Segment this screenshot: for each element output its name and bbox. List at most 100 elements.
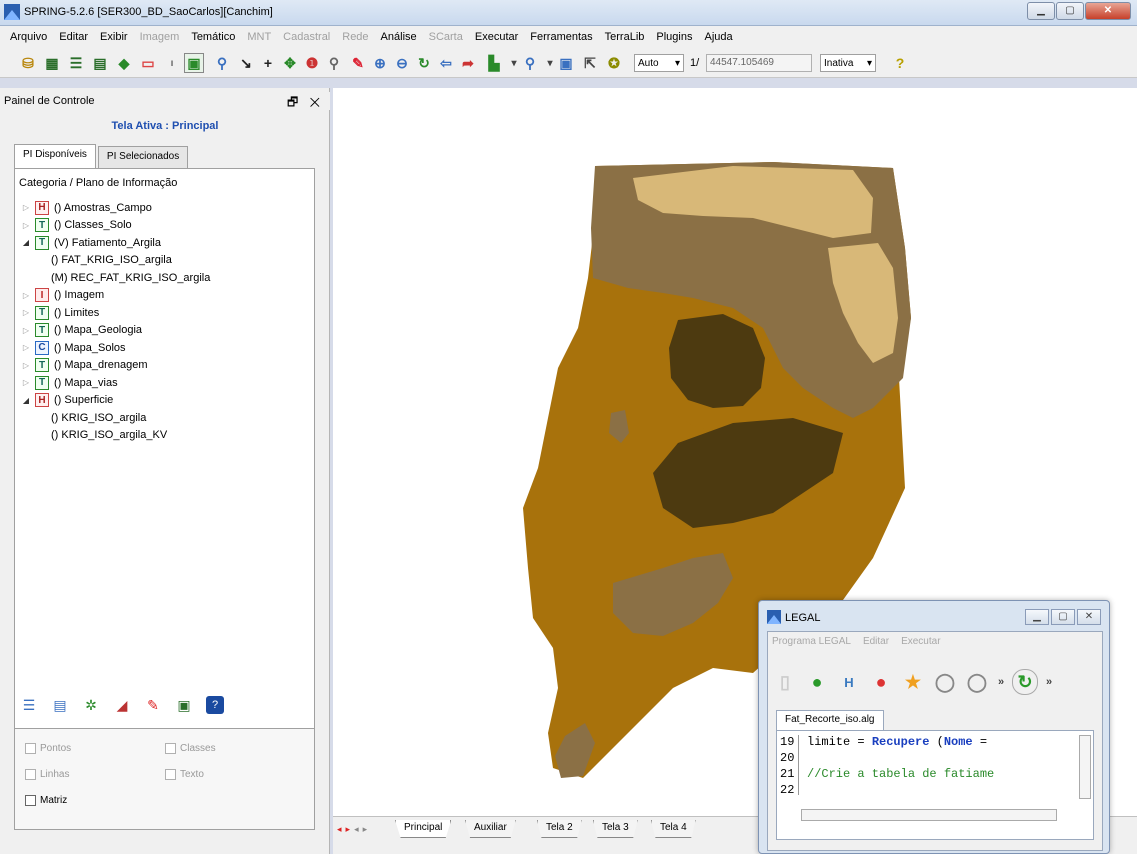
back-icon[interactable]: ⇦ xyxy=(436,53,456,73)
tree-item[interactable]: ◢ T (V) Fatiamento_Argila xyxy=(21,234,161,251)
tab-pi-selecionados[interactable]: PI Selecionados xyxy=(97,146,189,168)
code-editor[interactable]: 19 limite = Recupere (Nome = 20 21 //Cri… xyxy=(776,730,1094,840)
menu-item[interactable]: Temático xyxy=(185,31,241,43)
checkbox-box[interactable] xyxy=(165,769,176,780)
checkbox-box[interactable] xyxy=(25,769,36,780)
light-icon[interactable]: ✪ xyxy=(604,53,624,73)
screen-tab[interactable]: Tela 2 xyxy=(537,820,582,838)
checkbox-box[interactable] xyxy=(25,795,36,806)
checkbox-matriz[interactable]: Matriz xyxy=(25,795,67,806)
screen-tab[interactable]: Tela 4 xyxy=(651,820,696,838)
legal-menu-executar[interactable]: Executar xyxy=(901,636,940,647)
auto-select[interactable]: Auto ▾ xyxy=(634,54,684,72)
screen-tab[interactable]: Tela 3 xyxy=(593,820,638,838)
expand-icon[interactable]: ▷ xyxy=(21,361,31,370)
legal-menu-programa[interactable]: Programa LEGAL xyxy=(772,636,851,647)
tree-item[interactable]: () KRIG_ISO_argila xyxy=(51,409,146,426)
expand-icon[interactable]: ▷ xyxy=(21,378,31,387)
more-icon[interactable]: » xyxy=(996,669,1006,695)
scale-input[interactable]: 44547.105469 xyxy=(706,54,812,72)
undo-icon[interactable]: ◯ xyxy=(932,669,958,695)
legal-menu-editar[interactable]: Editar xyxy=(863,636,889,647)
legal-close-button[interactable]: ✕ xyxy=(1077,609,1101,625)
screen-tab[interactable]: Principal xyxy=(395,820,452,838)
minimize-button[interactable]: ▁ xyxy=(1027,2,1055,20)
legal-maximize-button[interactable]: ▢ xyxy=(1051,609,1075,625)
legal-minimize-button[interactable]: ▁ xyxy=(1025,609,1049,625)
frame-icon[interactable]: ▣ xyxy=(556,53,576,73)
panel-header-buttons[interactable]: 🗗 ✕ xyxy=(287,93,324,114)
draw-icon[interactable]: ◆ xyxy=(114,53,134,73)
menu-item[interactable]: Plugins xyxy=(650,31,698,43)
menu-item[interactable]: Arquivo xyxy=(4,31,53,43)
maximize-button[interactable]: ▢ xyxy=(1056,2,1084,20)
project-icon[interactable]: ▦ xyxy=(42,53,62,73)
run-icon[interactable]: ↻ xyxy=(1012,669,1038,695)
new-file-icon[interactable]: ▯ xyxy=(772,669,798,695)
zoom-area-icon[interactable]: ↘ xyxy=(236,53,256,73)
style-icon[interactable]: ✲ xyxy=(82,696,100,714)
tree-item[interactable]: () KRIG_ISO_argila_KV xyxy=(51,427,167,444)
tree-item[interactable]: ▷ T () Mapa_Geologia xyxy=(21,322,142,339)
menu-item[interactable]: Ferramentas xyxy=(524,31,598,43)
query-icon[interactable]: ⚲ xyxy=(324,53,344,73)
pencil-icon[interactable]: ✎ xyxy=(144,696,162,714)
tree-item[interactable]: () FAT_KRIG_ISO_argila xyxy=(51,252,172,269)
map-display-icon[interactable]: ▣ xyxy=(184,53,204,73)
menu-item[interactable]: TerraLib xyxy=(599,31,651,43)
expand-icon[interactable]: ▷ xyxy=(21,326,31,335)
tree-item[interactable]: ▷ H () Amostras_Campo xyxy=(21,199,152,216)
list-icon[interactable]: ☰ xyxy=(20,696,38,714)
menu-item[interactable]: Executar xyxy=(469,31,524,43)
collapse-icon[interactable]: ◢ xyxy=(21,238,31,247)
layers-icon[interactable]: ☰ xyxy=(66,53,86,73)
checkbox-texto[interactable]: Texto xyxy=(165,769,204,780)
menu-item[interactable]: Exibir xyxy=(94,31,134,43)
zoom-tool-icon[interactable]: ⚲ xyxy=(520,53,540,73)
cursor-icon[interactable]: ➦ xyxy=(458,53,478,73)
checkbox-classes[interactable]: Classes xyxy=(165,743,216,754)
tree-item[interactable]: ▷ C () Mapa_Solos xyxy=(21,339,126,356)
help-icon[interactable]: ? xyxy=(890,53,910,73)
state-select[interactable]: Inativa ▾ xyxy=(820,54,876,72)
menu-item[interactable]: Rede xyxy=(336,31,374,43)
info-icon[interactable]: ❶ xyxy=(302,53,322,73)
info-small-icon[interactable]: ı xyxy=(162,53,182,73)
tab-file[interactable]: Fat_Recorte_iso.alg xyxy=(776,710,884,730)
tree-item[interactable]: ◢ H () Superficie xyxy=(21,392,113,409)
horizontal-scrollbar[interactable] xyxy=(801,809,1057,821)
menu-item[interactable]: SCarta xyxy=(423,31,469,43)
tree-item[interactable]: ▷ T () Mapa_vias xyxy=(21,374,118,391)
open-icon[interactable]: ● xyxy=(804,669,830,695)
menu-item[interactable]: Análise xyxy=(375,31,423,43)
table-icon[interactable]: ▤ xyxy=(51,696,69,714)
tree-item[interactable]: ▷ T () Limites xyxy=(21,304,99,321)
menu-item[interactable]: MNT xyxy=(241,31,277,43)
checkbox-box[interactable] xyxy=(165,743,176,754)
zoom-icon[interactable]: ⚲ xyxy=(212,53,232,73)
zoom-in-icon[interactable]: ⊕ xyxy=(370,53,390,73)
expand-icon[interactable]: ▷ xyxy=(21,291,31,300)
zoom-out-icon[interactable]: ⊖ xyxy=(392,53,412,73)
display-icon[interactable]: ▣ xyxy=(175,696,193,714)
menu-item[interactable]: Imagem xyxy=(134,31,186,43)
screen-tab[interactable]: Auxiliar xyxy=(465,820,516,838)
more-2-icon[interactable]: » xyxy=(1044,669,1054,695)
expand-icon[interactable]: ▷ xyxy=(21,308,31,317)
tree-item[interactable]: ▷ I () Imagem xyxy=(21,287,104,304)
star-icon[interactable]: ★ xyxy=(900,669,926,695)
expand-icon[interactable]: ▷ xyxy=(21,203,31,212)
layers-dropdown-icon[interactable]: ▙ xyxy=(484,53,504,73)
stop-icon[interactable]: ● xyxy=(868,669,894,695)
pan-icon[interactable]: ✥ xyxy=(280,53,300,73)
expand-icon[interactable]: ▷ xyxy=(21,221,31,230)
database-icon[interactable]: ⛁ xyxy=(18,53,38,73)
redo-icon[interactable]: ◯ xyxy=(964,669,990,695)
save-icon[interactable]: H xyxy=(836,669,862,695)
refresh-icon[interactable]: ↻ xyxy=(414,53,434,73)
checkbox-linhas[interactable]: Linhas xyxy=(25,769,69,780)
crosshair-icon[interactable]: + xyxy=(258,53,278,73)
tree-item[interactable]: ▷ T () Mapa_drenagem xyxy=(21,357,148,374)
checkbox-box[interactable] xyxy=(25,743,36,754)
pointer-icon[interactable]: ⇱ xyxy=(580,53,600,73)
